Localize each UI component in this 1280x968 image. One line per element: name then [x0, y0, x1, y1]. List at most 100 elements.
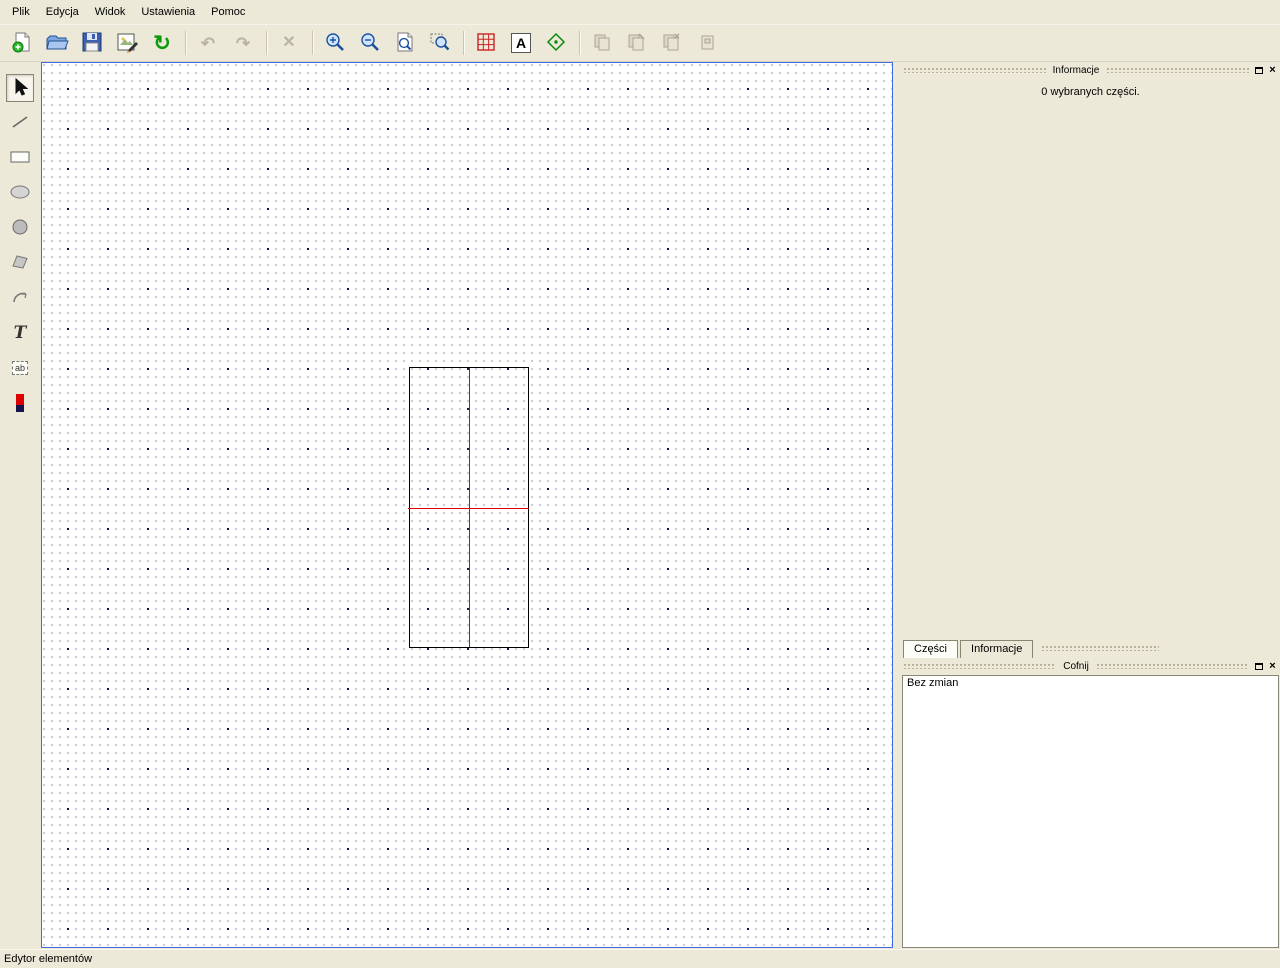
redo-icon: ↷: [236, 35, 250, 52]
duplicate-part-button[interactable]: [693, 29, 721, 57]
text-tool-button[interactable]: T: [6, 319, 34, 347]
select-icon: [10, 77, 30, 100]
info-panel-body: 0 wybranych części.: [901, 78, 1280, 638]
undo-history-list[interactable]: Bez zmian: [902, 675, 1279, 948]
duplicate-part-icon: [696, 31, 718, 56]
redo-button[interactable]: ↷: [229, 29, 257, 57]
panel-grip: [1106, 67, 1249, 73]
zoom-region-button[interactable]: [426, 29, 454, 57]
arc-icon: [10, 287, 30, 310]
drawn-rectangle[interactable]: [409, 367, 529, 648]
tool-palette: T ab: [0, 62, 40, 950]
close-panel-button[interactable]: ×: [1267, 65, 1278, 76]
tab-filler: [1041, 645, 1159, 651]
rectangle-tool-button[interactable]: [6, 144, 34, 172]
cut-part-icon: [626, 31, 648, 56]
save-icon: [81, 31, 103, 56]
selection-count-text: 0 wybranych części.: [1041, 86, 1139, 98]
polygon-icon: [10, 252, 30, 275]
close-panel-button[interactable]: ×: [1267, 661, 1278, 672]
close-icon: ×: [1269, 65, 1275, 76]
select-tool-button[interactable]: [6, 74, 34, 102]
dock-tabs: Części Informacje: [901, 638, 1280, 658]
delete-button[interactable]: ✕: [275, 29, 303, 57]
menu-plik[interactable]: Plik: [4, 3, 38, 21]
toolbar-separator: [312, 31, 313, 55]
new-file-icon: [11, 31, 33, 56]
pad-icon: [16, 394, 24, 412]
float-icon: [1255, 67, 1263, 74]
label-tool-button[interactable]: ab: [6, 354, 34, 382]
grid-icon: [475, 31, 497, 56]
delete-icon: ✕: [282, 35, 295, 51]
copy-part-button[interactable]: [588, 29, 616, 57]
toolbar-separator: [266, 31, 267, 55]
copy-part-icon: [591, 31, 613, 56]
new-button[interactable]: [8, 29, 36, 57]
cut-part-button[interactable]: [623, 29, 651, 57]
panel-grip: [903, 67, 1046, 73]
status-text: Edytor elementów: [4, 953, 92, 965]
rectangle-icon: [9, 147, 31, 170]
menu-pomoc[interactable]: Pomoc: [203, 3, 253, 21]
toolbar-separator: [463, 31, 464, 55]
zoom-out-button[interactable]: [356, 29, 384, 57]
origin-button[interactable]: [542, 29, 570, 57]
label-icon: ab: [12, 361, 28, 375]
ellipse-tool-button[interactable]: [6, 179, 34, 207]
paste-part-button[interactable]: [658, 29, 686, 57]
float-panel-button[interactable]: [1253, 661, 1264, 672]
save-as-button[interactable]: [113, 29, 141, 57]
main-toolbar: ↻ ↶ ↷ ✕ A: [0, 24, 1280, 62]
menu-edycja[interactable]: Edycja: [38, 3, 87, 21]
zoom-region-icon: [429, 31, 451, 56]
save-button[interactable]: [78, 29, 106, 57]
text-tool-icon: T: [14, 323, 27, 343]
tab-informacje[interactable]: Informacje: [960, 640, 1033, 658]
circle-tool-button[interactable]: [6, 214, 34, 242]
info-panel-title: Informacje: [1050, 65, 1103, 76]
text-icon: A: [511, 33, 531, 53]
grid-button[interactable]: [472, 29, 500, 57]
tab-czesci[interactable]: Części: [903, 640, 958, 658]
dock-buttons: ×: [1253, 65, 1278, 76]
dock-buttons: ×: [1253, 661, 1278, 672]
list-item[interactable]: Bez zmian: [903, 676, 1278, 690]
float-panel-button[interactable]: [1253, 65, 1264, 76]
zoom-in-button[interactable]: [321, 29, 349, 57]
zoom-in-icon: [324, 31, 346, 56]
undo-button[interactable]: ↶: [194, 29, 222, 57]
status-bar: Edytor elementów: [0, 949, 1280, 968]
zoom-fit-icon: [394, 31, 416, 56]
circle-icon: [10, 217, 30, 240]
reload-icon: ↻: [153, 33, 171, 54]
float-icon: [1255, 663, 1263, 670]
zoom-fit-button[interactable]: [391, 29, 419, 57]
panel-grip: [903, 663, 1056, 669]
menu-ustawienia[interactable]: Ustawienia: [133, 3, 203, 21]
ellipse-icon: [9, 182, 31, 205]
toolbar-separator: [185, 31, 186, 55]
arc-tool-button[interactable]: [6, 284, 34, 312]
editor-canvas[interactable]: [41, 62, 893, 948]
info-panel-header[interactable]: Informacje ×: [901, 62, 1280, 78]
line-icon: [10, 112, 30, 135]
cross-horizontal-line: [408, 508, 529, 509]
undo-panel-title: Cofnij: [1060, 661, 1092, 672]
zoom-out-icon: [359, 31, 381, 56]
open-icon: [45, 31, 69, 56]
right-dock: Informacje × 0 wybranych części. Części …: [901, 62, 1280, 948]
line-tool-button[interactable]: [6, 109, 34, 137]
undo-panel-header[interactable]: Cofnij ×: [901, 658, 1280, 674]
menu-widok[interactable]: Widok: [87, 3, 134, 21]
pad-tool-button[interactable]: [6, 389, 34, 417]
polygon-tool-button[interactable]: [6, 249, 34, 277]
save-as-icon: [116, 31, 138, 56]
open-button[interactable]: [43, 29, 71, 57]
undo-icon: ↶: [201, 35, 215, 52]
menu-bar: Plik Edycja Widok Ustawienia Pomoc: [0, 0, 1280, 24]
reload-button[interactable]: ↻: [148, 29, 176, 57]
paste-part-icon: [661, 31, 683, 56]
text-mode-button[interactable]: A: [507, 29, 535, 57]
close-icon: ×: [1269, 661, 1275, 672]
